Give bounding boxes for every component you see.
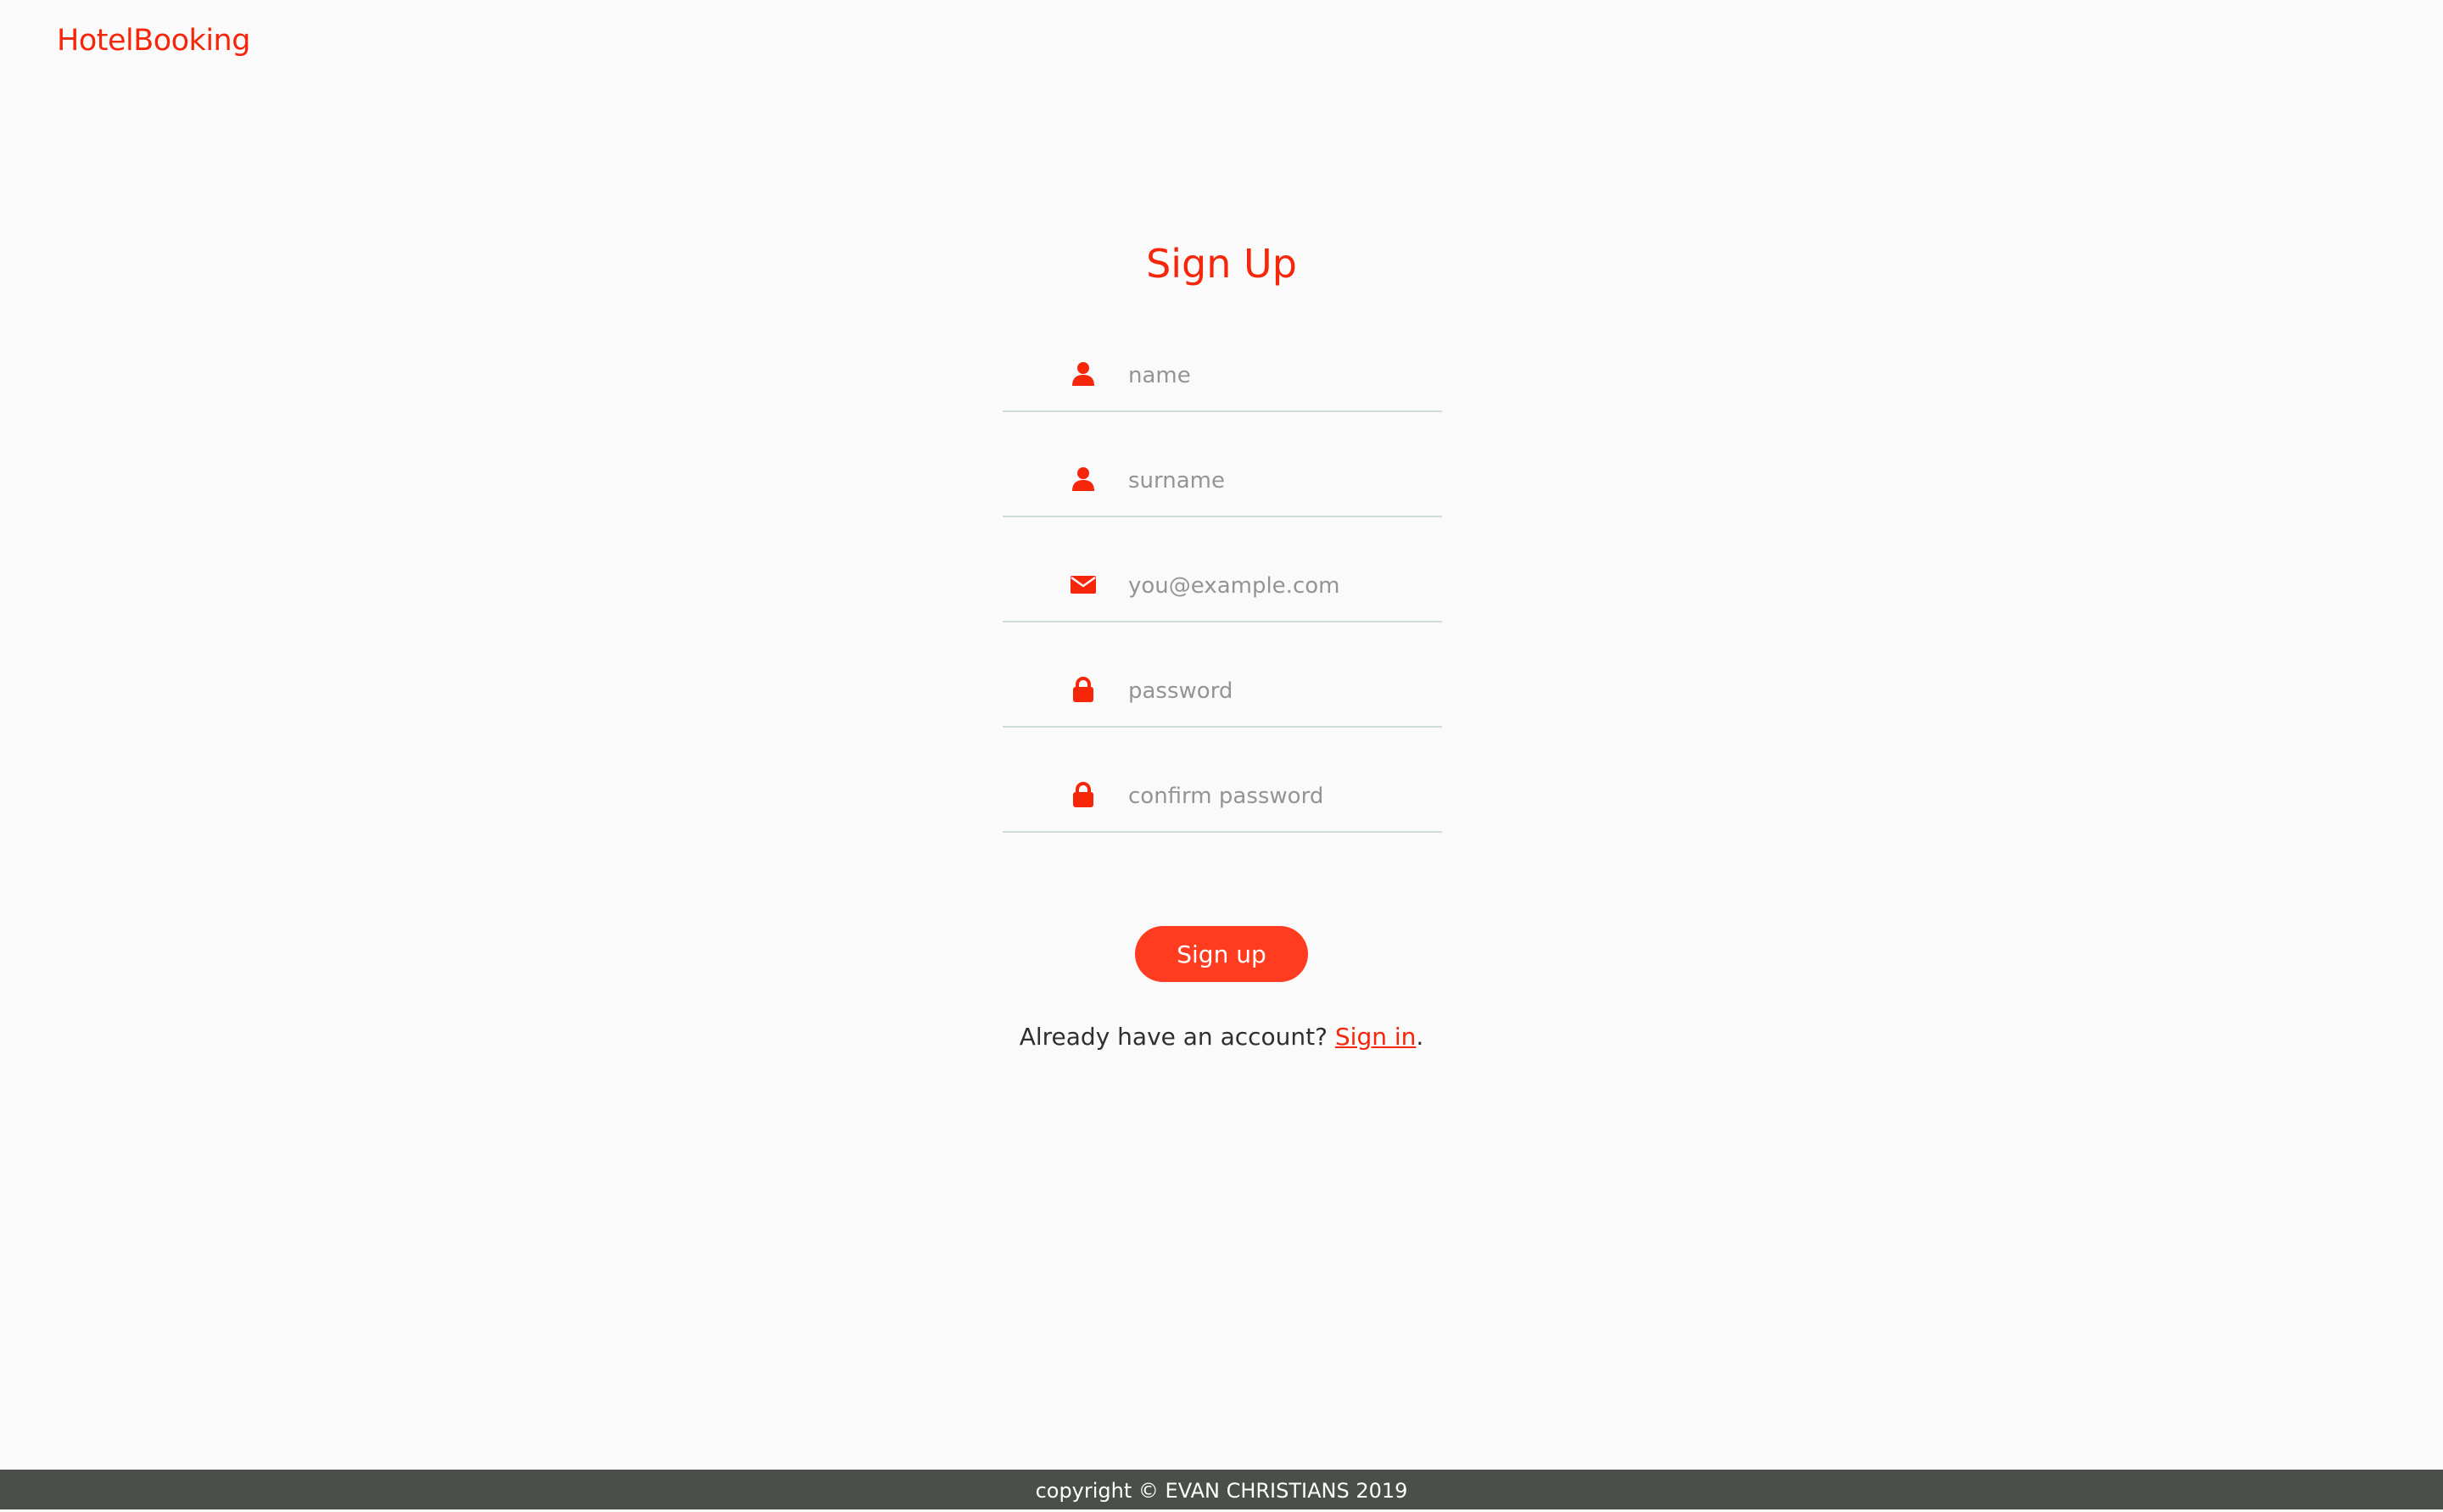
signup-button[interactable]: Sign up [1135, 926, 1308, 982]
footer: copyright © EVAN CHRISTIANS 2019 [0, 1470, 2443, 1509]
name-field-group [1003, 349, 1442, 412]
confirm-password-input[interactable] [1128, 775, 1434, 817]
envelope-icon [1069, 570, 1098, 599]
signin-prompt-suffix: . [1416, 1023, 1424, 1051]
brand-logo-link[interactable]: HotelBooking [57, 24, 250, 58]
name-input[interactable] [1128, 354, 1434, 397]
lock-icon [1069, 780, 1098, 809]
email-input[interactable] [1128, 565, 1434, 607]
surname-input[interactable] [1128, 460, 1434, 502]
email-field-group [1003, 560, 1442, 622]
user-icon [1069, 465, 1098, 494]
signin-link[interactable]: Sign in [1335, 1023, 1417, 1051]
confirm-password-field-group [1003, 770, 1442, 833]
password-field-group [1003, 665, 1442, 728]
user-icon [1069, 360, 1098, 388]
copyright-text: copyright © EVAN CHRISTIANS 2019 [1035, 1479, 1408, 1503]
lock-icon [1069, 675, 1098, 704]
page-title: Sign Up [1146, 241, 1297, 287]
signin-prompt: Already have an account? Sign in. [0, 1023, 2443, 1051]
navbar: HotelBooking [0, 0, 2443, 85]
password-input[interactable] [1128, 670, 1434, 712]
signin-prompt-text: Already have an account? [1019, 1023, 1335, 1051]
surname-field-group [1003, 455, 1442, 517]
